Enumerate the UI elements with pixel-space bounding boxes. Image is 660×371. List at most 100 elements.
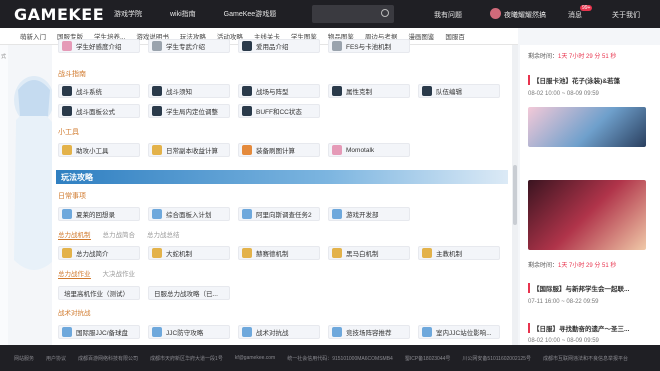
subnav-item[interactable]: 漫画图鉴: [408, 31, 434, 41]
card-battle[interactable]: BUFF和CC状态: [238, 104, 320, 118]
countdown-time: 1天 7小时 29 分 51 秒: [558, 54, 617, 60]
card-raid[interactable]: 赫赛德机制: [238, 246, 320, 260]
tactic-icon: [152, 327, 162, 337]
tactic-icon: [332, 327, 342, 337]
subnav-item[interactable]: 国服百: [445, 31, 465, 41]
footer-text: 统一社会信用代码：915101000MA6COMSMB4: [287, 355, 393, 362]
about-link[interactable]: 关于我们: [612, 10, 640, 20]
card-raid[interactable]: 黑马白机制: [328, 246, 410, 260]
card-battle[interactable]: 队伍编辑: [418, 84, 500, 98]
gacha-icon: [332, 41, 342, 51]
card-battle[interactable]: 属性克制: [328, 84, 410, 98]
card-grand[interactable]: 日服总力战攻略（已...: [148, 286, 230, 300]
event-banner-2[interactable]: [528, 180, 646, 250]
left-strip-label: 式: [1, 54, 7, 60]
site-footer: 网站服务 用户协议 成都百游网络科技有限公司 成都市天府新区华府大道一段1号 k…: [0, 345, 660, 371]
nav-game-academy[interactable]: 游戏学院: [114, 9, 142, 19]
nav-gamekee-games[interactable]: GameKee游戏题: [224, 9, 277, 19]
event-date: 08-02 10:00 ~ 08-09 09:59: [528, 338, 599, 344]
battle-icon: [152, 106, 162, 116]
event-title[interactable]: 【国际服】与新邦学生会一起联...: [528, 283, 629, 293]
card-raid[interactable]: 主教机制: [418, 246, 500, 260]
card-grand[interactable]: 培里高机作业（测试）: [58, 286, 140, 300]
tool-icon: [62, 145, 72, 155]
daily-icon: [152, 209, 162, 219]
battle-icon: [242, 86, 252, 96]
card-raid[interactable]: 大蛇机制: [148, 246, 230, 260]
main-scrollbar[interactable]: [512, 45, 518, 345]
tactic-icon: [242, 327, 252, 337]
avatar[interactable]: [490, 8, 501, 19]
card-tactic[interactable]: 战术对抗战: [238, 325, 320, 339]
create-entry-link[interactable]: 我有问题: [434, 10, 462, 20]
card-top[interactable]: FES与卡池机制: [328, 39, 410, 53]
footer-link[interactable]: 成都市互联网违法和不良信息举报平台: [543, 355, 628, 362]
equipment-icon: [242, 145, 252, 155]
card-raid[interactable]: 总力战简介: [58, 246, 140, 260]
footer-text: 成都百游网络科技有限公司: [78, 355, 139, 362]
card-top[interactable]: 爱用品介绍: [238, 39, 320, 53]
card-tactic[interactable]: JJC防守攻略: [148, 325, 230, 339]
battle-icon: [62, 86, 72, 96]
card-tactic[interactable]: 室内JJC站位影响...: [418, 325, 500, 339]
event-banner-1[interactable]: [528, 107, 646, 147]
search-input[interactable]: [312, 5, 394, 23]
tab-raid-overview[interactable]: 总力战总结: [147, 229, 180, 240]
events-sidebar: 剩余时间：1天 7小时 29 分 51 秒 【日服卡池】花子(泳装)&若藻 08…: [520, 45, 660, 345]
card-tactic[interactable]: 国际服JJC/备球盘: [58, 325, 140, 339]
countdown-label: 剩余时间：: [528, 54, 559, 60]
daily-icon: [242, 209, 252, 219]
battle-icon: [242, 106, 252, 116]
card-battle[interactable]: 战斗面板公式: [58, 104, 140, 118]
card-battle[interactable]: 战斗系统: [58, 84, 140, 98]
event-title[interactable]: 【日服卡池】花子(泳装)&若藻: [528, 75, 620, 85]
countdown: 剩余时间：1天 7小时 29 分 51 秒: [528, 260, 616, 269]
username[interactable]: 夜曦耀耀然搞: [504, 10, 546, 20]
countdown: 剩余时间：1天 7小时 29 分 51 秒: [528, 51, 616, 60]
messages-link[interactable]: 消息: [568, 10, 582, 20]
tab-raid-summary[interactable]: 总力战简合: [103, 229, 136, 240]
event-title[interactable]: 【日服】寻找勤奋的遗产～圣三...: [528, 323, 629, 333]
card-battle[interactable]: 学生局内定位调整: [148, 104, 230, 118]
site-logo[interactable]: GAMEKEE: [14, 5, 114, 24]
card-tactic[interactable]: 竞技场阵容推荐: [328, 325, 410, 339]
card-tool[interactable]: 助攻小工具: [58, 143, 140, 157]
tab-raid-mechanics[interactable]: 总力战机制: [58, 229, 91, 240]
card-daily[interactable]: 综合面板入计划: [148, 207, 230, 221]
card-top[interactable]: 学生专武介绍: [148, 39, 230, 53]
grand-tabs: 总力战作业 大决战作业: [58, 268, 135, 279]
search-icon[interactable]: [381, 9, 389, 17]
raid-icon: [152, 248, 162, 258]
footer-link[interactable]: 用户协议: [46, 355, 66, 362]
card-battle[interactable]: 战斗须知: [148, 84, 230, 98]
weapon-icon: [152, 41, 162, 51]
section-header: 玩法攻略: [56, 170, 508, 184]
card-daily[interactable]: 阿里向斯调查任务2: [238, 207, 320, 221]
card-daily[interactable]: 游戏开发部: [328, 207, 410, 221]
card-top[interactable]: 学生好感度介绍: [58, 39, 140, 53]
tab-grand-homework[interactable]: 总力战作业: [58, 268, 91, 279]
daily-icon: [62, 209, 72, 219]
countdown-time: 1天 7小时 29 分 51 秒: [558, 263, 617, 269]
footer-text: 成都市天府新区华府大道一段1号: [150, 355, 223, 362]
card-battle[interactable]: 战场与阵型: [238, 84, 320, 98]
card-daily[interactable]: 夏莱的回想录: [58, 207, 140, 221]
raid-tabs: 总力战机制 总力战简合 总力战总结: [58, 229, 180, 240]
footer-email[interactable]: kf@gamekee.com: [235, 355, 275, 361]
footer-link[interactable]: 网站服务: [14, 355, 34, 362]
tab-final-battle[interactable]: 大决战作业: [103, 268, 136, 279]
battle-icon: [152, 86, 162, 96]
battle-icon: [332, 86, 342, 96]
scrollbar-thumb[interactable]: [513, 165, 517, 225]
card-tool[interactable]: 装备刷图计算: [238, 143, 320, 157]
footer-link[interactable]: 川公网安备51011602002125号: [462, 355, 531, 362]
character-illustration: [14, 76, 54, 270]
footer-link[interactable]: 蜀ICP备18023044号: [405, 355, 451, 362]
raid-icon: [62, 248, 72, 258]
card-tool[interactable]: 日常副本收益计算: [148, 143, 230, 157]
nav-wiki-guide[interactable]: wiki指南: [170, 9, 196, 19]
daily-icon: [332, 209, 342, 219]
calculator-icon: [152, 145, 162, 155]
subnav-item[interactable]: 萌新入门: [20, 31, 46, 41]
card-tool[interactable]: Momotalk: [328, 143, 410, 157]
